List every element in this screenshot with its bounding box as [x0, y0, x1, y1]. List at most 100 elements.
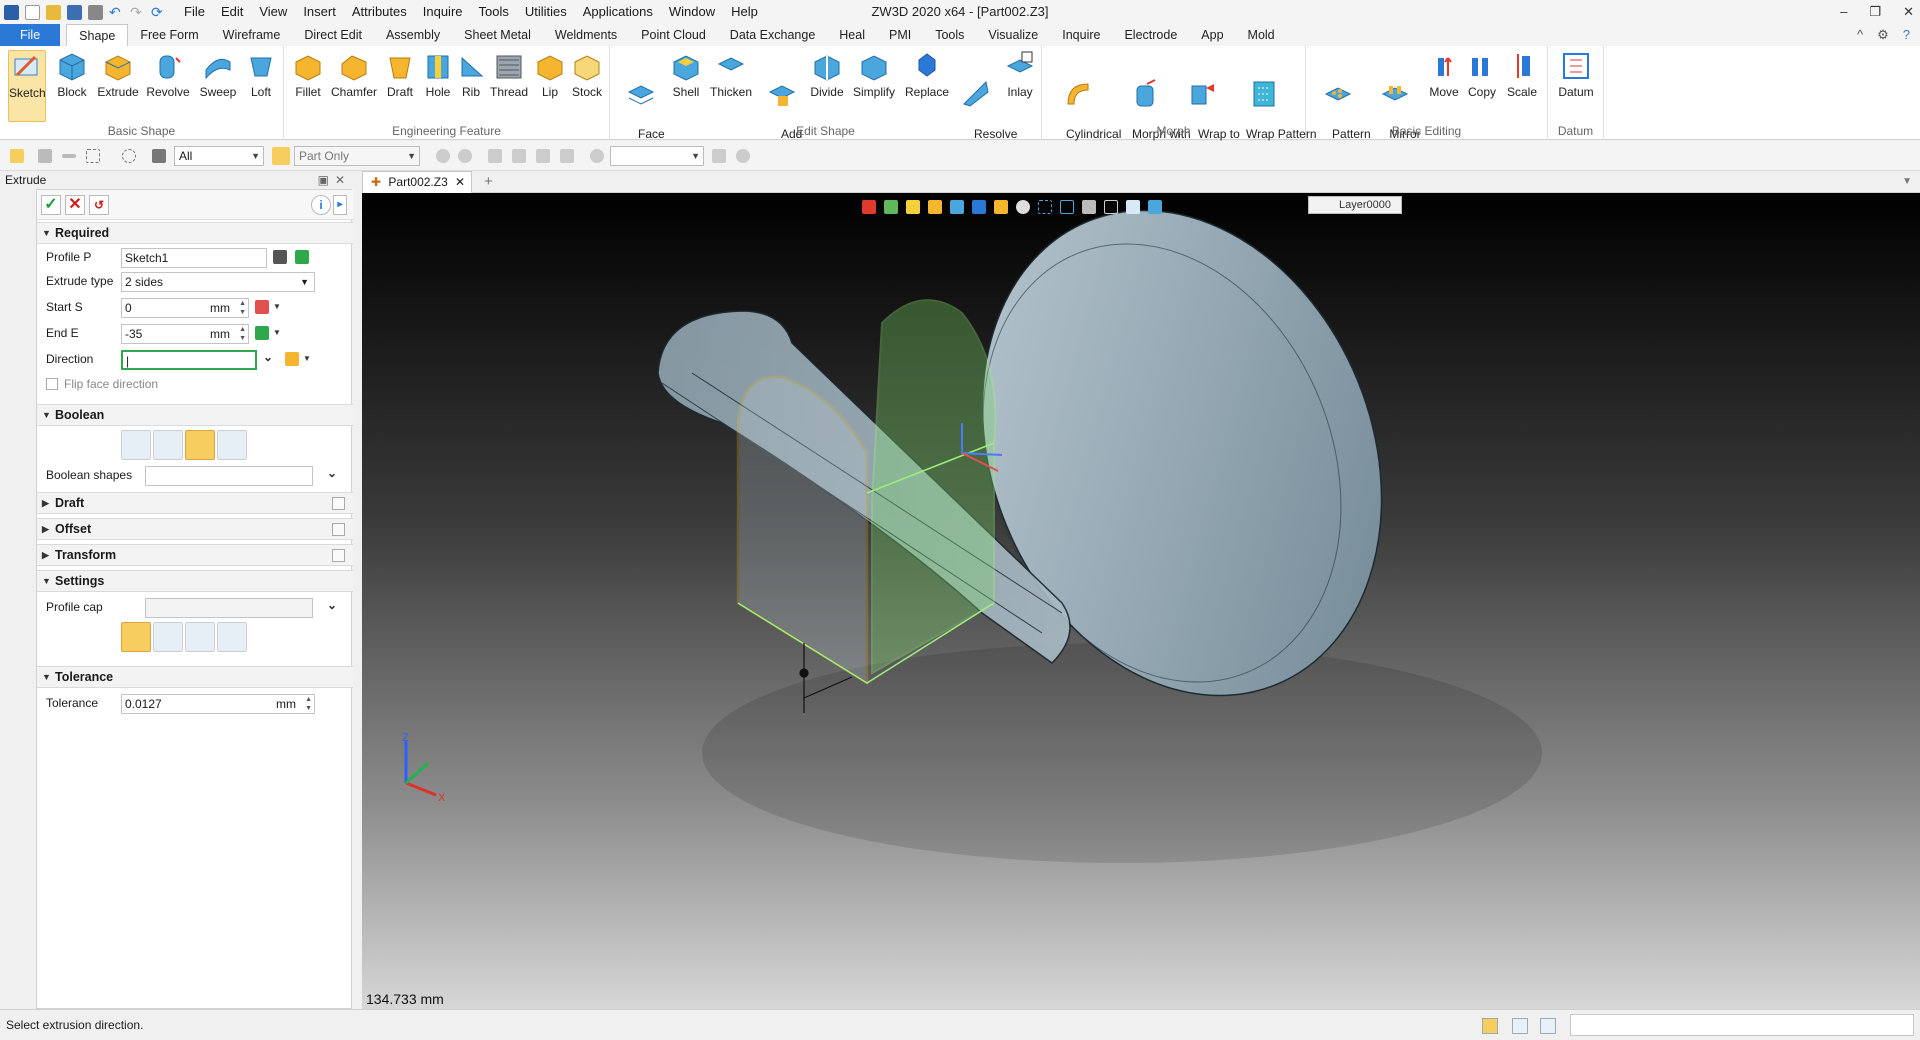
sketch-button[interactable]: Sketch — [8, 50, 46, 122]
sketch-view-icon[interactable] — [906, 200, 920, 214]
background-icon[interactable] — [1126, 200, 1140, 214]
loft-button[interactable]: Loft — [244, 50, 278, 99]
window-icon[interactable] — [1540, 1018, 1556, 1034]
pin-panel-icon[interactable]: ▣ — [318, 171, 329, 189]
tab-sheet-metal[interactable]: Sheet Metal — [452, 24, 543, 46]
display-icon[interactable] — [1512, 1018, 1528, 1034]
profile-option-icon[interactable] — [295, 250, 309, 264]
filter-select[interactable]: All ▼ — [174, 146, 264, 166]
plus-icon[interactable] — [38, 149, 52, 163]
expand-chevron-icon[interactable]: ⌄ — [327, 466, 337, 480]
tab-inquire[interactable]: Inquire — [1050, 24, 1112, 46]
menu-insert[interactable]: Insert — [295, 0, 344, 24]
expand-button[interactable]: ▸ — [333, 195, 347, 215]
zoom-fit-icon[interactable] — [1038, 200, 1052, 214]
extrude-type-select[interactable]: 2 sides ▼ — [121, 272, 315, 292]
pick-filter-icon[interactable] — [10, 149, 24, 163]
start-dropdown-icon[interactable]: ▼ — [273, 302, 281, 311]
cursor-icon[interactable] — [712, 149, 726, 163]
shaded-icon[interactable] — [928, 200, 942, 214]
align-left-icon[interactable] — [488, 149, 502, 163]
revolve-button[interactable]: Revolve — [146, 50, 190, 99]
tolerance-input[interactable]: 0.0127 mm ▲ ▼ — [121, 694, 315, 714]
close-tab-icon[interactable]: ✕ — [455, 172, 465, 192]
restore-icon[interactable]: ❐ — [1869, 0, 1881, 24]
section-required[interactable]: ▼ Required — [37, 222, 353, 244]
print-icon[interactable] — [88, 4, 103, 20]
menu-window[interactable]: Window — [661, 0, 723, 24]
block-button[interactable]: Block — [52, 50, 92, 99]
info-button[interactable]: i — [311, 195, 331, 215]
copy-button[interactable]: Copy — [1464, 50, 1500, 99]
snap-icon[interactable] — [436, 149, 450, 163]
scope-select[interactable]: Part Only ▼ — [294, 146, 420, 166]
collapse-ribbon-icon[interactable]: ^ — [1857, 27, 1863, 43]
menu-file[interactable]: File — [176, 0, 213, 24]
minimize-icon[interactable]: – — [1840, 0, 1847, 24]
menu-applications[interactable]: Applications — [575, 0, 661, 24]
divide-button[interactable]: Divide — [808, 50, 846, 99]
tab-data-exchange[interactable]: Data Exchange — [718, 24, 827, 46]
box-select-icon[interactable] — [86, 149, 100, 163]
align-right-icon[interactable] — [536, 149, 550, 163]
start-pick-icon[interactable] — [255, 300, 269, 314]
tab-electrode[interactable]: Electrode — [1112, 24, 1189, 46]
help-icon[interactable]: ? — [1903, 27, 1910, 43]
simplify-button[interactable]: Simplify — [850, 50, 898, 99]
stock-button[interactable]: Stock — [568, 50, 606, 99]
tab-weldments[interactable]: Weldments — [543, 24, 629, 46]
offset-toggle[interactable] — [332, 523, 345, 536]
menu-inquire[interactable]: Inquire — [415, 0, 471, 24]
section-transform[interactable]: ▶ Transform — [37, 544, 353, 566]
close-panel-icon[interactable]: ✕ — [335, 171, 345, 189]
replace-button[interactable]: Replace — [904, 50, 950, 99]
render-mode-icon[interactable] — [862, 200, 876, 214]
cube-view-icon[interactable] — [950, 200, 964, 214]
pin-icon[interactable] — [560, 149, 574, 163]
tab-point-cloud[interactable]: Point Cloud — [629, 24, 718, 46]
profile-cap-field[interactable] — [145, 598, 313, 618]
open-folder-icon[interactable] — [46, 4, 61, 20]
transform-toggle[interactable] — [332, 549, 345, 562]
spinner-icon[interactable]: ▲ ▼ — [239, 299, 246, 317]
new-file-icon[interactable] — [25, 4, 40, 20]
boolean-intersect-icon[interactable] — [217, 430, 247, 460]
appearance-icon[interactable] — [1016, 200, 1030, 214]
end-pick-icon[interactable] — [255, 326, 269, 340]
thicken-button[interactable]: Thicken — [708, 50, 754, 99]
chamfer-button[interactable]: Chamfer — [330, 50, 378, 99]
tab-pmi[interactable]: PMI — [877, 24, 923, 46]
direction-input[interactable]: | — [121, 350, 257, 370]
section-draft[interactable]: ▶ Draft — [37, 492, 353, 514]
minus-icon[interactable] — [62, 154, 76, 158]
menu-utilities[interactable]: Utilities — [517, 0, 575, 24]
tab-shape[interactable]: Shape — [66, 24, 129, 46]
refresh-icon[interactable]: ⟳ — [151, 5, 166, 20]
inlay-button[interactable]: Inlay — [1002, 50, 1038, 99]
section-settings[interactable]: ▼ Settings — [37, 570, 353, 592]
apply-button[interactable]: ↺ — [89, 195, 109, 215]
tab-free-form[interactable]: Free Form — [128, 24, 210, 46]
thread-button[interactable]: Thread — [488, 50, 530, 99]
part-filter-icon[interactable] — [272, 147, 290, 165]
shell-button[interactable]: Shell — [668, 50, 704, 99]
tab-assembly[interactable]: Assembly — [374, 24, 452, 46]
monitor-icon[interactable] — [1082, 200, 1096, 214]
document-tab[interactable]: ✚ Part002.Z3 ✕ — [362, 171, 472, 193]
align-center-icon[interactable] — [512, 149, 526, 163]
command-input[interactable] — [1570, 1014, 1914, 1036]
fillet-button[interactable]: Fillet — [288, 50, 328, 99]
save-icon[interactable] — [67, 4, 82, 20]
datum-button[interactable]: Datum — [1554, 50, 1598, 99]
graphics-viewport[interactable]: Z X Layer0000 134.733 mm — [362, 193, 1920, 1009]
tab-file[interactable]: File — [0, 24, 61, 46]
tab-mold[interactable]: Mold — [1236, 24, 1287, 46]
expand-chevron-icon[interactable]: ⌄ — [263, 350, 273, 364]
tab-tools[interactable]: Tools — [923, 24, 976, 46]
tab-heal[interactable]: Heal — [827, 24, 877, 46]
direction-dropdown-icon[interactable]: ▼ — [303, 354, 311, 363]
extrude-button[interactable]: Extrude — [96, 50, 140, 99]
menu-attributes[interactable]: Attributes — [344, 0, 415, 24]
measure-icon[interactable] — [1060, 200, 1074, 214]
expand-chevron-icon[interactable]: ⌄ — [327, 598, 337, 612]
